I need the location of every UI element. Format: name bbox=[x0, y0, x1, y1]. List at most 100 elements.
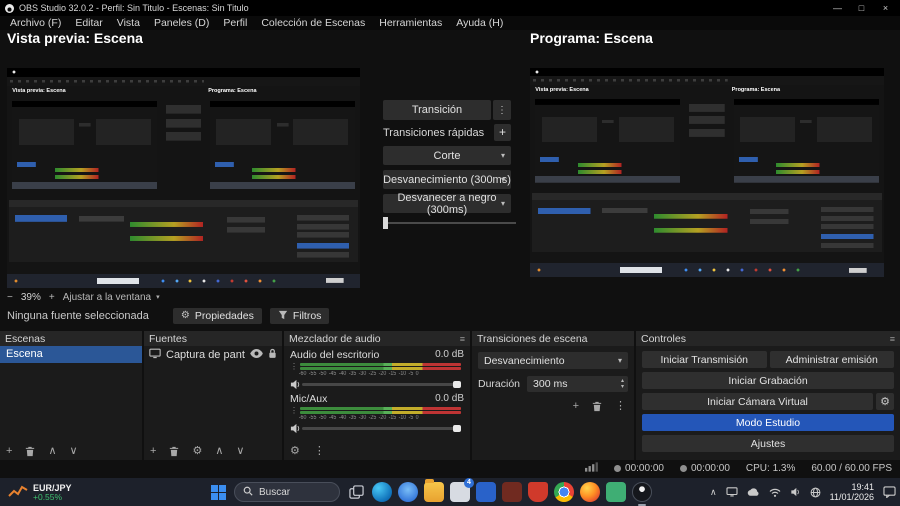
mini-transition-buttons bbox=[165, 105, 202, 141]
transition-type-value: Desvanecimiento bbox=[484, 354, 565, 367]
system-tray: ∧ 19:41 11/01/2026 bbox=[710, 482, 896, 502]
edge-browser-icon[interactable] bbox=[372, 482, 392, 502]
volume-slider[interactable] bbox=[302, 424, 461, 432]
volume-slider[interactable] bbox=[302, 380, 461, 388]
start-virtual-camera-button[interactable]: Iniciar Cámara Virtual bbox=[642, 393, 873, 410]
lock-icon[interactable] bbox=[268, 348, 277, 362]
scene-item-selected[interactable]: Escena bbox=[0, 346, 142, 363]
volume-slider-handle[interactable] bbox=[453, 424, 461, 432]
app-icon-dark-red[interactable] bbox=[502, 482, 522, 502]
start-button[interactable] bbox=[208, 482, 228, 502]
transition-button[interactable]: Transición bbox=[383, 100, 491, 120]
channel-menu-button[interactable]: ⋮ bbox=[290, 362, 300, 371]
dock-menu-icon[interactable]: ≡ bbox=[890, 334, 895, 344]
mixer-channel-name: Audio del escritorio bbox=[290, 349, 380, 361]
source-item-label: Captura de pantalla bbox=[166, 348, 245, 361]
start-streaming-button[interactable]: Iniciar Transmisión bbox=[642, 351, 767, 368]
virtual-camera-row: Iniciar Cámara Virtual ⚙ bbox=[642, 393, 894, 410]
firefox-browser-icon[interactable] bbox=[580, 482, 600, 502]
taskbar-clock[interactable]: 19:41 11/01/2026 bbox=[830, 482, 874, 502]
add-scene-button[interactable]: + bbox=[6, 445, 12, 457]
studio-mode-button[interactable]: Modo Estudio bbox=[642, 414, 894, 431]
add-source-button[interactable]: + bbox=[150, 445, 156, 457]
add-quick-transition-button[interactable]: + bbox=[494, 124, 511, 141]
menu-item-herramientas[interactable]: Herramientas bbox=[372, 17, 449, 29]
minimize-button[interactable]: — bbox=[828, 0, 847, 16]
program-heading: Programa: Escena bbox=[530, 30, 653, 46]
manage-broadcast-button[interactable]: Administrar emisión bbox=[769, 351, 894, 368]
spinner-arrows[interactable]: ▴ ▾ bbox=[621, 378, 624, 390]
tray-chevron-icon[interactable]: ∧ bbox=[710, 487, 717, 498]
properties-button[interactable]: ⚙ Propiedades bbox=[172, 308, 262, 324]
program-canvas[interactable]: Vista previa: Escena Programa: Escena bbox=[530, 68, 884, 277]
obs-taskbar-icon[interactable] bbox=[632, 482, 652, 506]
app-icon-green[interactable] bbox=[606, 482, 626, 502]
stock-change: +0.55% bbox=[33, 491, 63, 502]
move-scene-up-button[interactable]: ∧ bbox=[48, 445, 56, 457]
transition-panel-scrollbar[interactable] bbox=[383, 217, 516, 229]
speaker-icon[interactable] bbox=[290, 379, 302, 390]
maximize-button[interactable]: □ bbox=[852, 0, 871, 16]
preview-canvas[interactable]: Vista previa: Escena Programa: Escena bbox=[7, 68, 360, 288]
tray-language-icon[interactable] bbox=[810, 487, 821, 498]
speaker-icon[interactable] bbox=[290, 423, 302, 434]
mini-title-bar bbox=[7, 68, 360, 77]
dock-menu-icon[interactable]: ≡ bbox=[460, 334, 465, 344]
volume-slider-handle[interactable] bbox=[453, 380, 461, 388]
mixer-channel-name: Mic/Aux bbox=[290, 393, 328, 405]
taskbar-search[interactable]: Buscar bbox=[234, 482, 340, 502]
fit-to-window-dropdown[interactable]: Ajustar a la ventana ▾ bbox=[63, 292, 160, 303]
controls-dock-header: Controles ≡ bbox=[636, 331, 900, 346]
remove-scene-button[interactable] bbox=[25, 446, 35, 457]
transition-type-dropdown[interactable]: Desvanecimiento ▾ bbox=[478, 352, 628, 369]
duration-spinner[interactable]: 300 ms ▴ ▾ bbox=[527, 376, 628, 392]
transition-options-button[interactable]: ⋮ bbox=[493, 100, 511, 120]
menu-item-paneles[interactable]: Paneles (D) bbox=[147, 17, 216, 29]
title-bar: OBS Studio 32.0.2 - Perfil: Sin Titulo -… bbox=[0, 0, 900, 16]
tray-wifi-icon[interactable] bbox=[769, 488, 781, 497]
file-explorer-icon[interactable] bbox=[424, 479, 444, 502]
menu-item-ayuda[interactable]: Ayuda (H) bbox=[449, 17, 510, 29]
add-transition-button[interactable]: + bbox=[573, 400, 579, 412]
transition-properties-button[interactable]: ⋮ bbox=[615, 400, 626, 412]
tray-cloud-icon[interactable] bbox=[747, 487, 760, 497]
quick-transition-fade[interactable]: Desvanecimiento (300ms) ▾ bbox=[383, 170, 511, 189]
stocks-widget[interactable]: EUR/JPY +0.55% bbox=[0, 478, 80, 506]
menu-item-editar[interactable]: Editar bbox=[68, 17, 109, 29]
source-properties-gear-button[interactable]: ⚙ bbox=[192, 445, 202, 457]
menu-item-vista[interactable]: Vista bbox=[110, 17, 147, 29]
tray-volume-icon[interactable] bbox=[790, 487, 801, 497]
quick-transition-fade-to-black-label: Desvanecer a negro (300ms) bbox=[397, 191, 497, 216]
menu-item-archivo[interactable]: Archivo (F) bbox=[3, 17, 68, 29]
virtual-camera-settings-button[interactable]: ⚙ bbox=[876, 393, 894, 410]
remove-transition-button[interactable] bbox=[592, 400, 602, 412]
remove-source-button[interactable] bbox=[169, 446, 179, 457]
settings-button[interactable]: Ajustes bbox=[642, 435, 894, 452]
visibility-eye-icon[interactable] bbox=[250, 348, 263, 361]
quick-transition-cut[interactable]: Corte ▾ bbox=[383, 146, 511, 165]
move-source-up-button[interactable]: ∧ bbox=[215, 445, 223, 457]
notifications-button[interactable] bbox=[883, 486, 896, 498]
mixer-menu-button[interactable]: ⋮ bbox=[314, 445, 325, 457]
mixer-settings-gear-button[interactable]: ⚙ bbox=[290, 445, 300, 457]
tray-monitor-icon[interactable] bbox=[726, 487, 738, 497]
move-scene-down-button[interactable]: ∨ bbox=[70, 445, 78, 457]
close-button[interactable]: × bbox=[876, 0, 895, 16]
start-recording-button[interactable]: Iniciar Grabación bbox=[642, 372, 894, 389]
antivirus-shield-icon[interactable] bbox=[528, 482, 548, 502]
app-icon-blue-square[interactable] bbox=[476, 482, 496, 502]
app-icon-blue[interactable] bbox=[398, 482, 418, 502]
chrome-browser-icon[interactable] bbox=[554, 482, 574, 502]
zoom-out-button[interactable]: − bbox=[7, 292, 13, 303]
source-item[interactable]: Captura de pantalla bbox=[144, 346, 282, 363]
app-icon-with-badge[interactable]: 4 bbox=[450, 478, 474, 502]
zoom-in-button[interactable]: + bbox=[49, 292, 55, 303]
quick-transition-fade-to-black[interactable]: Desvanecer a negro (300ms) ▾ bbox=[383, 191, 511, 216]
task-view-button[interactable] bbox=[346, 482, 366, 502]
menu-item-coleccion-escenas[interactable]: Colección de Escenas bbox=[254, 17, 372, 29]
move-source-down-button[interactable]: ∨ bbox=[236, 445, 244, 457]
menu-item-perfil[interactable]: Perfil bbox=[216, 17, 254, 29]
channel-menu-button[interactable]: ⋮ bbox=[290, 406, 300, 415]
spin-down-icon[interactable]: ▾ bbox=[621, 384, 624, 390]
filters-button[interactable]: Filtros bbox=[269, 308, 330, 324]
